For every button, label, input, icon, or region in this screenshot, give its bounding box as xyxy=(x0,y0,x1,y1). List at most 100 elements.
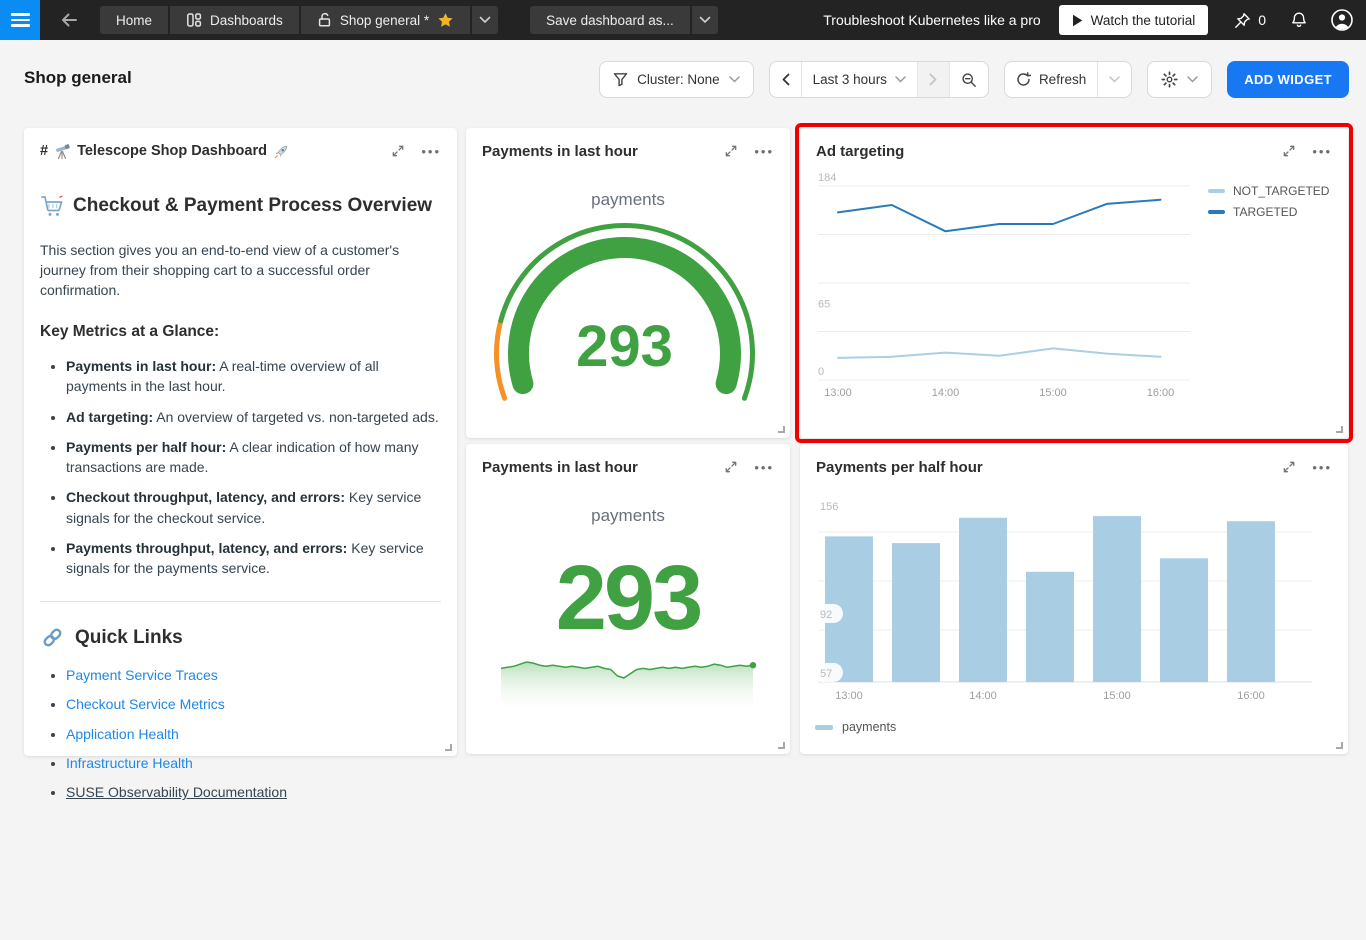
watch-tutorial-button[interactable]: Watch the tutorial xyxy=(1059,5,1209,35)
widget-menu-icon[interactable]: ••• xyxy=(421,145,441,158)
back-button[interactable] xyxy=(52,0,86,40)
bar-chart-legend[interactable]: payments xyxy=(815,720,896,734)
widget-resize-handle[interactable] xyxy=(445,744,452,751)
svg-text:156: 156 xyxy=(820,501,838,513)
chevron-down-icon xyxy=(479,16,491,24)
time-range-dropdown[interactable]: Last 3 hours xyxy=(801,62,917,97)
watch-tutorial-label: Watch the tutorial xyxy=(1091,13,1196,28)
time-forward-button[interactable] xyxy=(917,62,949,97)
chevron-down-icon xyxy=(729,76,740,83)
widget-resize-handle[interactable] xyxy=(778,426,785,433)
chevron-left-icon xyxy=(781,73,790,86)
time-range-control: Last 3 hours xyxy=(769,61,989,98)
expand-widget-icon[interactable] xyxy=(1282,144,1296,158)
svg-text:65: 65 xyxy=(818,298,830,310)
svg-text:57: 57 xyxy=(820,668,832,680)
refresh-button[interactable]: Refresh xyxy=(1005,62,1097,97)
quick-link-item: Application Health xyxy=(66,724,441,744)
key-metrics-heading: Key Metrics at a Glance: xyxy=(40,321,441,343)
legend-item-targeted[interactable]: TARGETED xyxy=(1208,205,1329,219)
cluster-filter-button[interactable]: Cluster: None xyxy=(599,61,754,98)
dashboards-icon xyxy=(186,12,202,28)
add-widget-button[interactable]: ADD WIDGET xyxy=(1227,61,1349,98)
widget-menu-icon[interactable]: ••• xyxy=(1312,145,1332,158)
widget-resize-handle[interactable] xyxy=(1336,742,1343,749)
number-metric-label: payments xyxy=(466,506,790,526)
expand-widget-icon[interactable] xyxy=(724,144,738,158)
user-avatar-icon xyxy=(1330,8,1354,32)
quick-link-item: Payment Service Traces xyxy=(66,665,441,685)
favorite-star-icon[interactable] xyxy=(437,12,454,28)
widget-menu-icon[interactable]: ••• xyxy=(1312,461,1332,474)
refresh-label: Refresh xyxy=(1039,72,1086,87)
widget-menu-icon[interactable]: ••• xyxy=(754,145,774,158)
tab-home[interactable]: Home xyxy=(100,6,168,34)
quick-links-list: Payment Service Traces Checkout Service M… xyxy=(40,665,441,802)
tab-shop-general[interactable]: Shop general * xyxy=(301,6,470,34)
markdown-title-prefix: # xyxy=(40,143,48,159)
time-range-label: Last 3 hours xyxy=(813,72,887,87)
svg-text:15:00: 15:00 xyxy=(1103,690,1131,702)
expand-widget-icon[interactable] xyxy=(724,460,738,474)
ad-targeting-widget-title: Ad targeting xyxy=(816,143,904,160)
cart-icon xyxy=(40,194,64,218)
refresh-control: Refresh xyxy=(1004,61,1132,98)
tab-dashboards[interactable]: Dashboards xyxy=(170,6,299,34)
back-arrow-icon xyxy=(60,12,78,28)
legend-label: TARGETED xyxy=(1233,205,1297,219)
tab-shop-general-label: Shop general * xyxy=(340,13,429,28)
page-title: Shop general xyxy=(24,68,132,88)
svg-text:14:00: 14:00 xyxy=(932,387,960,399)
legend-label: NOT_TARGETED xyxy=(1233,184,1329,198)
quick-link[interactable]: Payment Service Traces xyxy=(66,667,218,683)
notifications-button[interactable] xyxy=(1290,11,1308,29)
widget-markdown-overview: # Telescope Shop Dashboard ••• xyxy=(24,128,457,756)
quick-link[interactable]: Checkout Service Metrics xyxy=(66,696,225,712)
svg-text:16:00: 16:00 xyxy=(1237,690,1265,702)
time-back-button[interactable] xyxy=(770,62,801,97)
svg-text:13:00: 13:00 xyxy=(835,690,863,702)
quick-link[interactable]: Infrastructure Health xyxy=(66,755,193,771)
zoom-out-icon xyxy=(961,72,977,88)
dashboard-tabs: Home Dashboards Shop general * xyxy=(100,6,498,34)
save-dashboard-as-label: Save dashboard as... xyxy=(546,13,674,28)
widget-resize-handle[interactable] xyxy=(1336,426,1343,433)
quick-links-heading-text: Quick Links xyxy=(75,624,183,652)
refresh-dropdown-button[interactable] xyxy=(1097,62,1131,97)
chevron-down-icon xyxy=(895,76,906,83)
widget-ad-targeting: Ad targeting ••• 18465013:0014:0015:0016… xyxy=(800,128,1348,438)
svg-text:14:00: 14:00 xyxy=(969,690,997,702)
tabs-dropdown-button[interactable] xyxy=(472,6,498,34)
save-dropdown-button[interactable] xyxy=(692,6,718,34)
chevron-down-icon xyxy=(699,16,711,24)
payments-sparkline xyxy=(499,656,757,718)
svg-text:13:00: 13:00 xyxy=(824,387,852,399)
hamburger-menu-button[interactable] xyxy=(0,0,40,40)
markdown-heading-text: Checkout & Payment Process Overview xyxy=(73,192,432,220)
widget-menu-icon[interactable]: ••• xyxy=(754,461,774,474)
pinned-items-button[interactable]: 0 xyxy=(1234,12,1266,29)
save-dashboard-as-button[interactable]: Save dashboard as... xyxy=(530,6,690,34)
legend-item-not_targeted[interactable]: NOT_TARGETED xyxy=(1208,184,1329,198)
markdown-widget-title: # Telescope Shop Dashboard xyxy=(40,143,290,160)
metric-item: Payments in last hour: A real-time overv… xyxy=(66,356,441,397)
quick-link[interactable]: Application Health xyxy=(66,726,179,742)
expand-widget-icon[interactable] xyxy=(1282,460,1296,474)
gauge-widget-header: Payments in last hour ••• xyxy=(466,128,790,174)
user-avatar[interactable] xyxy=(1330,8,1354,32)
widget-payments-per-half-hour: Payments per half hour ••• 156925713:001… xyxy=(800,444,1348,754)
key-metrics-list: Payments in last hour: A real-time overv… xyxy=(40,356,441,579)
dashboard-settings-button[interactable] xyxy=(1147,61,1212,98)
svg-text:293: 293 xyxy=(576,314,673,379)
expand-widget-icon[interactable] xyxy=(391,144,405,158)
refresh-icon xyxy=(1016,72,1031,87)
quick-link[interactable]: SUSE Observability Documentation xyxy=(66,784,287,800)
legend-swatch xyxy=(1208,189,1225,194)
metric-item: Checkout throughput, latency, and errors… xyxy=(66,487,441,528)
markdown-widget-header: # Telescope Shop Dashboard ••• xyxy=(24,128,457,174)
widget-resize-handle[interactable] xyxy=(778,742,785,749)
page-header: Shop general Cluster: None Last 3 hours xyxy=(0,40,1366,122)
zoom-out-time-button[interactable] xyxy=(949,62,988,97)
filter-funnel-icon xyxy=(613,72,628,87)
pin-count: 0 xyxy=(1258,12,1266,28)
